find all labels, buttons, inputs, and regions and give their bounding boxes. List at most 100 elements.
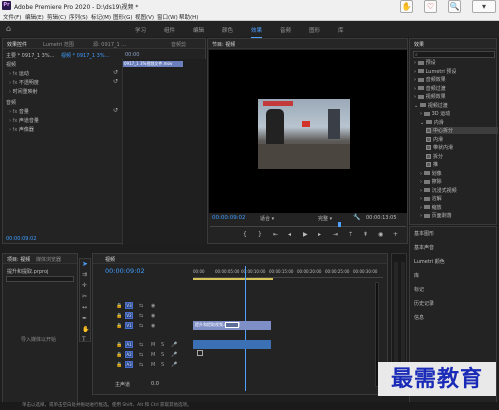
fit-dropdown[interactable]: 适合 ▾	[260, 215, 274, 222]
extract-icon[interactable]: ⇞	[363, 231, 368, 238]
panel-libraries[interactable]: 库	[414, 272, 419, 279]
go-to-out-icon[interactable]: ⇥	[333, 231, 338, 238]
hand-icon[interactable]: ✋	[82, 326, 89, 333]
menu-marker[interactable]: 标记(M)	[91, 13, 111, 21]
quality-dropdown[interactable]: 完整 ▾	[318, 215, 332, 222]
tab-sequence[interactable]: 视频	[105, 256, 115, 263]
tab-source[interactable]: 源: 0917_1 ...	[93, 41, 126, 48]
sync-lock-icon[interactable]: ⇆	[139, 303, 143, 309]
add-button-icon[interactable]: +	[393, 231, 398, 238]
ripple-edit-icon[interactable]: ✛	[82, 282, 87, 289]
tab-audio-clip[interactable]: 音频剪	[171, 41, 186, 48]
menu-sequence[interactable]: 序列(S)	[69, 13, 88, 21]
pen-icon[interactable]: ✒	[82, 315, 87, 322]
sync-lock-icon[interactable]: ⇆	[139, 362, 143, 368]
timeline-timecode[interactable]: 00:00:09:02	[105, 267, 145, 275]
effect-opacity[interactable]: › fx 不透明度	[9, 79, 39, 86]
tab-media-browser[interactable]: 媒体浏览器	[36, 256, 61, 263]
lift-icon[interactable]: ⇡	[348, 231, 353, 238]
tab-project[interactable]: 项目: 视频	[7, 256, 30, 263]
effect-tree-item[interactable]: › 页面剥落	[420, 212, 498, 219]
lock-icon[interactable]: 🔒	[116, 362, 122, 368]
menu-graphics[interactable]: 图形(G)	[113, 13, 133, 21]
heart-icon[interactable]: ♡	[424, 0, 437, 13]
workspace-color[interactable]: 颜色	[222, 26, 233, 34]
program-timecode[interactable]: 00:00:09:02	[212, 215, 246, 221]
sync-lock-icon[interactable]: ⇆	[139, 352, 143, 358]
menu-window[interactable]: 窗口(W)	[157, 13, 178, 21]
eye-icon[interactable]: ◉	[151, 323, 155, 329]
solo-button[interactable]: S	[161, 342, 164, 348]
effect-tree-item[interactable]: › 音频过渡	[414, 85, 498, 92]
play-icon[interactable]: ▶	[303, 231, 308, 238]
tab-effects[interactable]: 效果	[414, 41, 424, 48]
workspace-assembly[interactable]: 组件	[164, 26, 175, 34]
wrench-icon[interactable]: 🔧	[353, 214, 360, 221]
time-ruler[interactable]: 00:00 00:00:05:00 00:00:10:00 00:00:15:0…	[193, 266, 383, 278]
panel-info[interactable]: 信息	[414, 314, 424, 321]
tab-lumetri-scopes[interactable]: Lumetri 范围	[43, 41, 74, 48]
workspace-graphics[interactable]: 图形	[309, 26, 320, 34]
work-area-bar[interactable]	[193, 278, 273, 280]
source-path[interactable]: 主要 * 0917_1 3%...	[6, 52, 54, 59]
sequence-path[interactable]: 视频 * 0917_1 3%...	[61, 52, 109, 59]
mute-button[interactable]: M	[151, 342, 155, 348]
menu-file[interactable]: 文件(F)	[3, 13, 21, 21]
effect-time-remap[interactable]: › 时间重映射	[9, 88, 38, 95]
track-a2[interactable]: A2	[125, 351, 133, 358]
effect-tree-item[interactable]: › 视频效果	[414, 93, 498, 100]
track-select-icon[interactable]: ⇉	[82, 271, 87, 278]
effect-controls-timecode[interactable]: 00:00:09:02	[6, 236, 37, 242]
panel-essential-sound[interactable]: 基本声音	[414, 244, 434, 251]
workspace-libraries[interactable]: 库	[338, 26, 344, 34]
lock-icon[interactable]: 🔒	[116, 342, 122, 348]
sync-lock-icon[interactable]: ⇆	[139, 313, 143, 319]
effect-tree-item[interactable]: ⌄ 视频过渡	[414, 102, 498, 109]
workspace-learn[interactable]: 学习	[135, 26, 146, 34]
effect-tree-item[interactable]: 带状内滑	[426, 144, 498, 151]
workspace-audio[interactable]: 音频	[280, 26, 291, 34]
track-v3[interactable]: V3	[125, 302, 133, 309]
microphone-icon[interactable]: 🎤	[171, 342, 177, 348]
mini-ruler[interactable]	[210, 224, 406, 227]
zoom-icon[interactable]: 🔍	[448, 0, 461, 13]
microphone-icon[interactable]: 🎤	[171, 362, 177, 368]
solo-button[interactable]: S	[161, 362, 164, 368]
mute-button[interactable]: M	[151, 352, 155, 358]
effect-tree-item[interactable]: › 3D 运动	[420, 110, 498, 117]
home-icon[interactable]: ⌂	[6, 24, 11, 33]
effect-tree-item[interactable]: › 缩放	[420, 204, 498, 211]
effect-tree-item[interactable]: 拆分	[426, 153, 498, 160]
sync-lock-icon[interactable]: ⇆	[139, 323, 143, 329]
effect-motion[interactable]: › fx 运动	[9, 70, 29, 77]
panel-essential-graphics[interactable]: 基本图形	[414, 230, 434, 237]
transition-marker[interactable]	[225, 322, 239, 328]
sync-lock-icon[interactable]: ⇆	[139, 342, 143, 348]
audio-clip-a1[interactable]	[193, 340, 271, 349]
eye-icon[interactable]: ◉	[151, 303, 155, 309]
menu-view[interactable]: 视图(V)	[135, 13, 154, 21]
microphone-icon[interactable]: 🎤	[171, 352, 177, 358]
effects-search-input[interactable]: ⌕	[413, 51, 495, 58]
panel-lumetri-color[interactable]: Lumetri 颜色	[414, 258, 445, 265]
tab-program[interactable]: 节目: 视频	[212, 41, 235, 48]
track-a3[interactable]: A3	[125, 361, 133, 368]
master-track-value[interactable]: 0.0	[151, 381, 159, 387]
razor-icon[interactable]: ✂	[82, 293, 87, 300]
solo-button[interactable]: S	[161, 352, 164, 358]
workspace-edit[interactable]: 编辑	[193, 26, 204, 34]
effect-volume[interactable]: › fx 音量	[9, 108, 29, 115]
menu-edit[interactable]: 编辑(E)	[25, 13, 44, 21]
project-search-input[interactable]	[6, 276, 74, 282]
tab-effect-controls[interactable]: 效果控件	[7, 41, 27, 48]
effect-channel-volume[interactable]: › fx 声道音量	[9, 117, 39, 124]
type-icon[interactable]: T	[82, 336, 86, 343]
step-back-icon[interactable]: ◂	[288, 231, 291, 238]
import-hint[interactable]: 导入媒体以开始	[21, 336, 56, 343]
menu-help[interactable]: 帮助(H)	[179, 13, 198, 21]
lock-icon[interactable]: 🔒	[116, 352, 122, 358]
selection-tool-icon[interactable]: ➤	[82, 260, 88, 268]
effect-tree-item[interactable]: › 音频效果	[414, 76, 498, 83]
workspace-effects[interactable]: 效果	[251, 26, 263, 38]
mute-button[interactable]: M	[151, 362, 155, 368]
